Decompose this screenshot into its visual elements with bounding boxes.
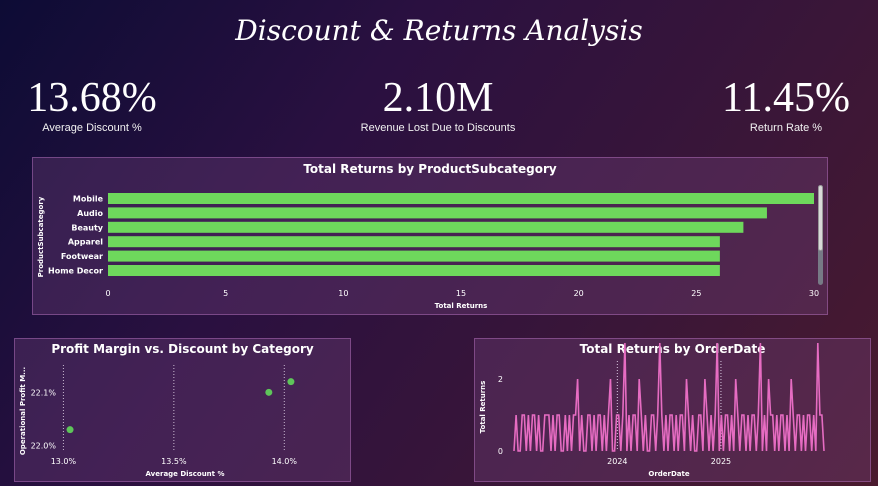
x-tick-label: 0 <box>105 289 110 298</box>
x-tick-label: 20 <box>574 289 584 298</box>
bar-chart: Mobile Audio Beauty Apparel Footwear Home Dec… <box>37 193 819 310</box>
dashboard-title: Discount & Returns Analysis <box>235 14 643 47</box>
kpi-value: 13.68% <box>27 75 157 121</box>
y-tick-label: 22.0% <box>31 442 57 451</box>
kpi-label: Return Rate % <box>749 122 823 134</box>
scatter-point <box>66 426 74 434</box>
category-label: Audio <box>77 209 103 218</box>
bar <box>108 250 720 262</box>
category-label: Home Decor <box>48 267 103 276</box>
y-tick-label: 0 <box>498 447 503 456</box>
x-tick-label: 10 <box>338 289 348 298</box>
line-chart: 2024 2025 0 2 OrderDate Total Returns <box>479 342 825 478</box>
x-axis-title: Total Returns <box>435 302 488 310</box>
kpi-value: 11.45% <box>722 75 850 121</box>
kpi-label: Revenue Lost Due to Discounts <box>360 122 516 134</box>
category-label: Footwear <box>61 252 103 261</box>
x-tick-label: 13.5% <box>161 457 187 466</box>
category-label: Apparel <box>68 238 103 247</box>
category-label: Mobile <box>73 195 104 204</box>
returns-by-orderdate-panel: Total Returns by OrderDate 2024 2025 0 2 Ord… <box>474 338 871 482</box>
x-tick-label: 2025 <box>711 457 731 466</box>
y-tick-label: 2 <box>498 375 503 384</box>
y-axis-title: Operational Profit M... <box>19 367 27 455</box>
scatter-chart: 13.0% 13.5% 14.0% 22.0% 22.1% Average Discoun… <box>19 365 298 478</box>
y-tick-label: 22.1% <box>31 388 57 397</box>
bar <box>108 193 814 204</box>
x-axis-title: OrderDate <box>648 470 689 478</box>
category-label: Beauty <box>71 223 103 232</box>
x-tick-label: 13.0% <box>51 457 77 466</box>
x-tick-label: 5 <box>223 289 228 298</box>
scrollbar-thumb[interactable] <box>818 185 823 251</box>
kpi-value: 2.10M <box>382 75 494 121</box>
profit-vs-discount-panel: Profit Margin vs. Discount by Category 1… <box>14 338 351 482</box>
x-tick-label: 25 <box>691 289 701 298</box>
scatter-point <box>287 378 295 386</box>
kpi-revenue-lost: 2.10M Revenue Lost Due to Discounts <box>338 76 538 134</box>
bar <box>108 236 720 248</box>
bar <box>108 265 720 276</box>
kpi-average-discount: 13.68% Average Discount % <box>12 76 172 134</box>
y-axis-title: ProductSubcategory <box>37 196 45 277</box>
x-axis-title: Average Discount % <box>146 470 225 478</box>
x-tick-label: 15 <box>456 289 466 298</box>
y-axis-title: Total Returns <box>479 381 487 434</box>
returns-by-subcategory-panel: Total Returns by ProductSubcategory Mobi… <box>32 157 828 315</box>
x-tick-label: 30 <box>809 289 819 298</box>
kpi-label: Average Discount % <box>42 122 142 134</box>
x-tick-label: 14.0% <box>272 457 298 466</box>
bar <box>108 221 744 233</box>
scatter-point <box>265 388 273 396</box>
x-tick-label: 2024 <box>607 457 627 466</box>
bar <box>108 207 767 219</box>
chart-scrollbar[interactable] <box>818 185 823 285</box>
kpi-return-rate: 11.45% Return Rate % <box>706 76 866 134</box>
line-series <box>513 342 825 452</box>
